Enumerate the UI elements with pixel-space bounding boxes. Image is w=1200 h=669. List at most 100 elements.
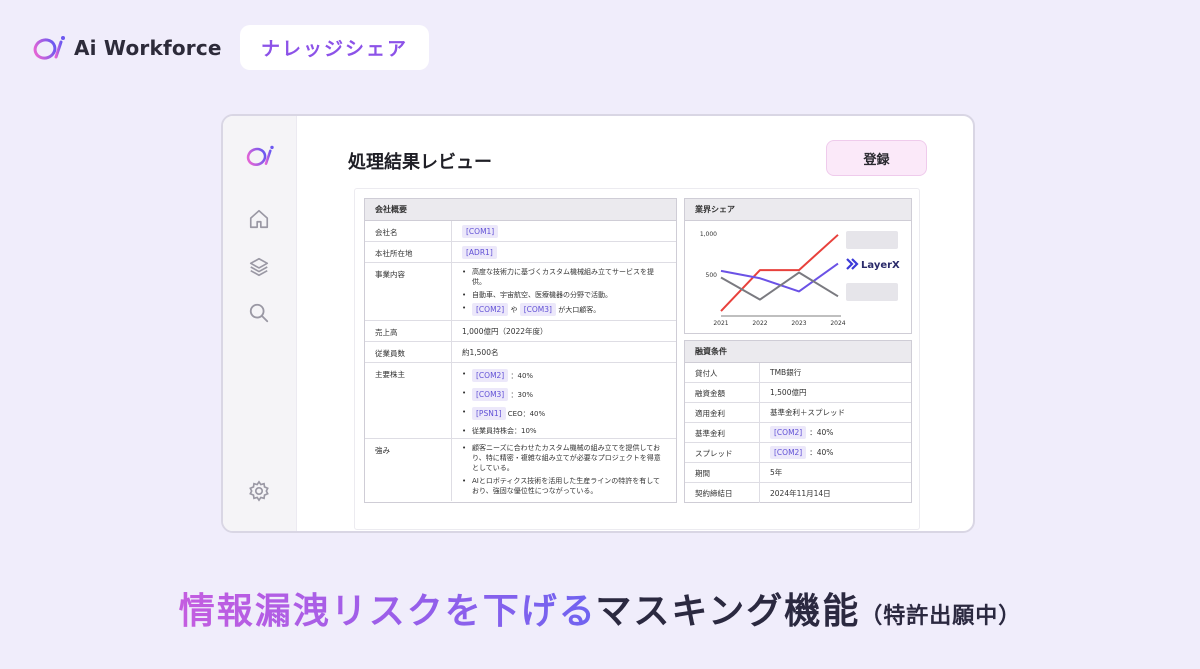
table-row: 貸付人 TMB銀行: [685, 363, 911, 383]
series-line: [720, 234, 839, 312]
register-button[interactable]: 登録: [826, 140, 927, 176]
row-value: 1,000億円（2022年度）: [462, 326, 548, 336]
masked-chip[interactable]: [COM2]: [472, 369, 509, 382]
masked-chip[interactable]: [COM2]: [770, 426, 807, 439]
list-item: 顧客ニーズに合わせたカスタム機械の組み立てを提供しており、特に精密・複雑な組み立…: [462, 443, 666, 473]
row-value: 基準金利＋スプレッド: [760, 403, 911, 422]
row-label: 基準金利: [685, 423, 760, 442]
row-value: TMB銀行: [760, 363, 911, 382]
table-row: 事業内容 高度な技術力に基づくカスタム機械組み立てサービスを提供。 自動車、宇宙…: [365, 263, 676, 321]
table-row: スプレッド [COM2] ：40%: [685, 443, 911, 463]
list-text: や: [510, 306, 518, 314]
layerx-logo-icon: [846, 258, 859, 270]
footer-headline: 情報漏洩リスクを下げるマスキング機能（特許出願中）: [0, 582, 1200, 634]
sidebar: [223, 116, 297, 531]
row-value: 1,500億円: [760, 383, 911, 402]
table-row: 会社名 [COM1]: [365, 221, 676, 242]
company-overview-table: 会社概要 会社名 [COM1] 本社所在地 [ADR1] 事業内容 高度な技術力…: [364, 198, 677, 503]
app-window: 処理結果レビュー 登録 会社概要 会社名 [COM1] 本社所在地 [ADR1]…: [221, 114, 975, 533]
brand: Ai Workforce: [32, 34, 222, 62]
row-value: 約1,500名: [462, 347, 499, 357]
placeholder-box: [846, 283, 898, 301]
value-text: ：40%: [809, 428, 834, 437]
list-item: 自動車、宇宙航空、医療機器の分野で活動。: [462, 290, 666, 300]
row-value: 2024年11月14日: [760, 483, 911, 503]
footer-note: （特許出願中）: [860, 604, 1022, 629]
shareholder-list: [COM2] ：40% [COM3] ：30% [PSN1] CEO：40% 従…: [462, 369, 545, 439]
app-logo-icon: [246, 145, 274, 166]
masked-chip[interactable]: [COM2]: [770, 446, 807, 459]
x-tick-label: 2022: [752, 320, 767, 327]
search-icon[interactable]: [248, 302, 270, 324]
row-label: 会社名: [365, 221, 452, 241]
masked-chip[interactable]: [PSN1]: [472, 407, 506, 420]
list-item: 従業員持株会：10%: [462, 426, 545, 436]
table-row: 売上高 1,000億円（2022年度）: [365, 321, 676, 342]
company-overview-header: 会社概要: [365, 199, 676, 221]
row-value: [COM2] ：40%: [760, 423, 911, 442]
row-label: 売上高: [365, 321, 452, 341]
list-text: が大口顧客。: [558, 306, 601, 314]
x-tick-label: 2023: [791, 320, 806, 327]
row-value: 5年: [760, 463, 911, 482]
row-label: 本社所在地: [365, 242, 452, 262]
row-label: 事業内容: [365, 263, 452, 320]
masked-chip[interactable]: [COM3]: [519, 303, 556, 316]
x-tick-label: 2021: [713, 320, 728, 327]
table-row: 強み 顧客ニーズに合わせたカスタム機械の組み立てを提供しており、特に精密・複雑な…: [365, 439, 676, 501]
table-row: 融資金額 1,500億円: [685, 383, 911, 403]
industry-share-header: 業界シェア: [685, 199, 911, 221]
table-row: 主要株主 [COM2] ：40% [COM3] ：30% [PSN1] CEO：…: [365, 363, 676, 439]
row-label: 期間: [685, 463, 760, 482]
home-icon[interactable]: [248, 208, 270, 230]
masked-chip[interactable]: [COM2]: [472, 303, 509, 316]
table-row: 本社所在地 [ADR1]: [365, 242, 676, 263]
value-text: 2024年11月14日: [770, 488, 831, 498]
list-item: [COM3] ：30%: [462, 388, 545, 401]
list-item: AIとロボティクス技術を活用した生産ラインの特許を有しており、強固な優位性につな…: [462, 476, 666, 496]
page-title: 処理結果レビュー: [348, 152, 492, 173]
list-item: [COM2] や [COM3] が大口顧客。: [462, 303, 666, 316]
brand-name: Ai Workforce: [74, 36, 222, 60]
layerx-logo-text: LayerX: [861, 260, 900, 271]
list-text: ：40%: [510, 372, 534, 380]
row-label: 融資金額: [685, 383, 760, 402]
list-text: CEO：40%: [507, 410, 546, 418]
financing-terms-header: 融資条件: [685, 341, 911, 363]
list-item: [PSN1] CEO：40%: [462, 407, 545, 420]
list-item: 高度な技術力に基づくカスタム機械組み立てサービスを提供。: [462, 267, 666, 287]
value-text: 5年: [770, 468, 783, 477]
ai-workforce-logo-icon: [33, 36, 65, 60]
x-tick-label: 2024: [830, 320, 845, 327]
row-value: [COM2] ：40%: [760, 443, 911, 462]
row-label: 主要株主: [365, 363, 452, 438]
share-line-chart: 1,000 500 2021 2022 2023 2024 LayerX: [700, 231, 900, 327]
table-row: 適用金利 基準金利＋スプレッド: [685, 403, 911, 423]
row-label: 強み: [365, 439, 452, 501]
layers-icon[interactable]: [248, 256, 270, 278]
table-row: 従業員数 約1,500名: [365, 342, 676, 363]
table-row: 期間 5年: [685, 463, 911, 483]
knowledge-share-tag: ナレッジシェア: [240, 25, 429, 70]
row-label: 従業員数: [365, 342, 452, 362]
row-label: 貸付人: [685, 363, 760, 382]
masked-chip[interactable]: [ADR1]: [462, 245, 497, 259]
financing-terms-table: 融資条件 貸付人 TMB銀行融資金額 1,500億円 適用金利 基準金利＋スプレッド 基準…: [684, 340, 912, 503]
settings-icon[interactable]: [248, 480, 270, 502]
y-tick-label: 500: [706, 272, 718, 279]
industry-share-panel: 業界シェア 1,000 500 2021 2022 2023 2024 LayerX: [684, 198, 912, 334]
list-item: [COM2] ：40%: [462, 369, 545, 382]
strength-list: 顧客ニーズに合わせたカスタム機械の組み立てを提供しており、特に精密・複雑な組み立…: [462, 443, 666, 499]
financing-rows: 貸付人 TMB銀行 融資金額 1,500億円 適用金利 基準金利＋スプレッド 基準金利 [CO…: [685, 363, 911, 503]
masked-chip[interactable]: [COM1]: [462, 224, 499, 238]
masked-chip[interactable]: [COM3]: [472, 388, 509, 401]
table-row: 契約締結日 2024年11月14日: [685, 483, 911, 503]
value-text: TMB銀行: [770, 368, 802, 377]
row-label: 契約締結日: [685, 483, 760, 503]
review-content: 会社概要 会社名 [COM1] 本社所在地 [ADR1] 事業内容 高度な技術力…: [354, 188, 920, 530]
list-text: ：30%: [510, 391, 534, 399]
footer-main: マスキング機能: [595, 591, 861, 632]
value-text: ：40%: [809, 448, 834, 457]
placeholder-box: [846, 231, 898, 249]
value-text: 基準金利＋スプレッド: [770, 408, 845, 417]
